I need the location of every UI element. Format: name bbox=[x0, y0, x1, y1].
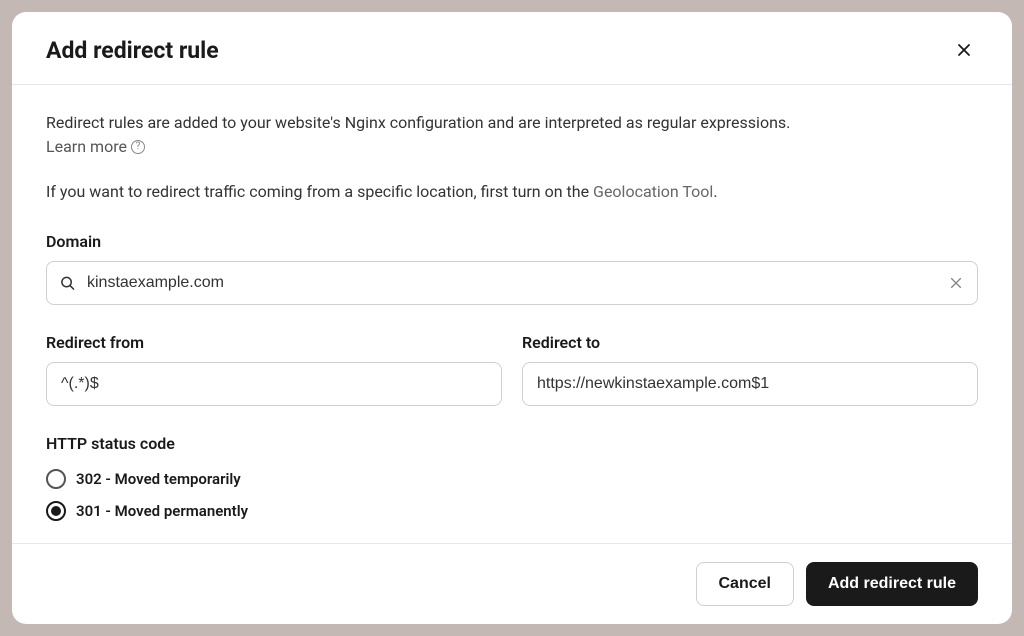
domain-label: Domain bbox=[46, 232, 978, 251]
modal-header: Add redirect rule bbox=[12, 12, 1012, 85]
cancel-button[interactable]: Cancel bbox=[696, 562, 794, 606]
domain-input-wrapper bbox=[46, 261, 978, 305]
modal-title: Add redirect rule bbox=[46, 37, 219, 64]
geolocation-text: If you want to redirect traffic coming f… bbox=[46, 180, 978, 204]
geo-prefix: If you want to redirect traffic coming f… bbox=[46, 182, 593, 201]
redirect-to-group: Redirect to bbox=[522, 333, 978, 406]
description-text: Redirect rules are added to your website… bbox=[46, 111, 978, 135]
redirect-to-input[interactable] bbox=[522, 362, 978, 406]
submit-button[interactable]: Add redirect rule bbox=[806, 562, 978, 606]
add-redirect-rule-modal: Add redirect rule Redirect rules are add… bbox=[12, 12, 1012, 624]
radio-label-301: 301 - Moved permanently bbox=[76, 502, 248, 520]
redirect-columns: Redirect from Redirect to bbox=[46, 333, 978, 406]
radio-circle-302 bbox=[46, 469, 66, 489]
radio-302[interactable]: 302 - Moved temporarily bbox=[46, 463, 978, 495]
geo-suffix: . bbox=[713, 182, 717, 201]
learn-more-label: Learn more bbox=[46, 137, 127, 156]
radio-label-302: 302 - Moved temporarily bbox=[76, 470, 241, 488]
search-icon bbox=[60, 276, 75, 291]
redirect-to-label: Redirect to bbox=[522, 333, 978, 352]
domain-input[interactable] bbox=[46, 261, 978, 305]
redirect-from-group: Redirect from bbox=[46, 333, 502, 406]
learn-more-link[interactable]: Learn more ? bbox=[46, 137, 145, 156]
redirect-from-label: Redirect from bbox=[46, 333, 502, 352]
clear-domain-button[interactable] bbox=[946, 273, 966, 293]
radio-circle-301 bbox=[46, 501, 66, 521]
clear-icon bbox=[949, 276, 963, 290]
status-code-group: HTTP status code 302 - Moved temporarily… bbox=[46, 434, 978, 527]
redirect-from-input[interactable] bbox=[46, 362, 502, 406]
radio-301[interactable]: 301 - Moved permanently bbox=[46, 495, 978, 527]
help-icon: ? bbox=[131, 140, 145, 154]
status-code-radio-group: 302 - Moved temporarily 301 - Moved perm… bbox=[46, 463, 978, 527]
close-icon bbox=[956, 42, 972, 58]
domain-group: Domain bbox=[46, 232, 978, 305]
close-button[interactable] bbox=[950, 36, 978, 64]
status-code-label: HTTP status code bbox=[46, 434, 978, 453]
geolocation-tool-link[interactable]: Geolocation Tool bbox=[593, 182, 713, 201]
modal-footer: Cancel Add redirect rule bbox=[12, 543, 1012, 624]
modal-body: Redirect rules are added to your website… bbox=[12, 85, 1012, 543]
